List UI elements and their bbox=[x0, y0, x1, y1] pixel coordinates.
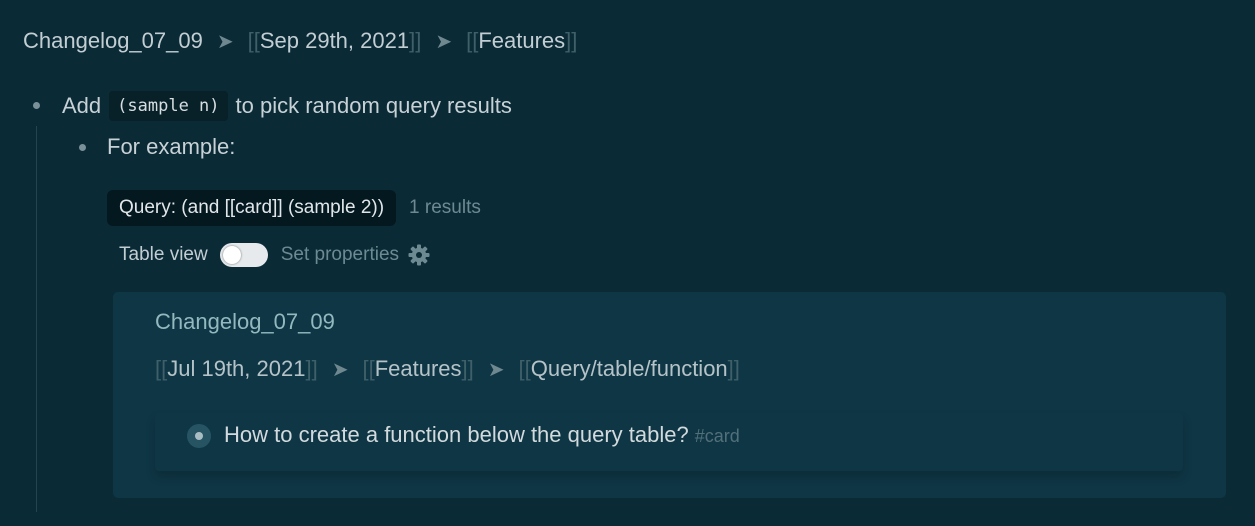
result-link-label[interactable]: Jul 19th, 2021 bbox=[167, 356, 305, 381]
bullet-dot bbox=[195, 432, 203, 440]
query-header: Query: (and [[card]] (sample 2)) 1 resul… bbox=[107, 190, 481, 226]
result-block-text[interactable]: How to create a function below the query… bbox=[224, 422, 740, 448]
breadcrumb-link-date[interactable]: [[Sep 29th, 2021]] bbox=[248, 28, 422, 54]
block-text-prefix: Add bbox=[62, 93, 102, 118]
block-text-suffix: to pick random query results bbox=[235, 93, 512, 118]
block-bullet[interactable] bbox=[79, 144, 86, 151]
query-title[interactable]: Query: (and [[card]] (sample 2)) bbox=[107, 190, 397, 226]
link-bracket-close: ]] bbox=[727, 356, 740, 381]
query-results-count: 1 results bbox=[409, 197, 481, 218]
link-bracket-close: ]] bbox=[305, 356, 318, 381]
link-bracket-close: ]] bbox=[565, 28, 578, 53]
toggle-knob bbox=[222, 246, 241, 264]
block-for-example[interactable]: For example: bbox=[107, 134, 235, 160]
result-link-features[interactable]: [[Features]] bbox=[362, 356, 473, 382]
breadcrumb-page-link[interactable]: Changelog_07_09 bbox=[23, 28, 203, 54]
breadcrumb-link-label[interactable]: Features bbox=[478, 28, 565, 53]
link-bracket-close: ]] bbox=[409, 28, 422, 53]
breadcrumb-arrow-icon: ➤ bbox=[331, 358, 349, 381]
block-thread-line bbox=[36, 126, 37, 512]
inline-code: (sample n) bbox=[109, 91, 228, 121]
link-bracket-open: [[ bbox=[362, 356, 375, 381]
breadcrumb-link-label[interactable]: Sep 29th, 2021 bbox=[260, 28, 409, 53]
block-add-sample[interactable]: Add (sample n) to pick random query resu… bbox=[62, 91, 512, 121]
breadcrumb-arrow-icon: ➤ bbox=[216, 30, 234, 53]
breadcrumb-arrow-icon: ➤ bbox=[435, 30, 453, 53]
table-view-label: Table view bbox=[119, 244, 208, 265]
result-link-label[interactable]: Features bbox=[375, 356, 462, 381]
link-bracket-open: [[ bbox=[155, 356, 168, 381]
link-bracket-open: [[ bbox=[247, 28, 260, 53]
result-page-title[interactable]: Changelog_07_09 bbox=[155, 309, 335, 335]
tag-link[interactable]: #card bbox=[695, 426, 740, 446]
result-link-label[interactable]: Query/table/function bbox=[531, 356, 728, 381]
result-link-date[interactable]: [[Jul 19th, 2021]] bbox=[155, 356, 318, 382]
result-breadcrumb: [[Jul 19th, 2021]] ➤ [[Features]] ➤ [[Qu… bbox=[155, 356, 740, 382]
link-bracket-close: ]] bbox=[461, 356, 474, 381]
result-block-content: How to create a function below the query… bbox=[224, 422, 689, 447]
query-controls: Table view Set properties bbox=[119, 243, 431, 267]
link-bracket-open: [[ bbox=[518, 356, 531, 381]
query-result-card: Changelog_07_09 [[Jul 19th, 2021]] ➤ [[F… bbox=[113, 292, 1226, 498]
set-properties-button[interactable]: Set properties bbox=[281, 244, 399, 266]
result-link-query-table-function[interactable]: [[Query/table/function]] bbox=[519, 356, 740, 382]
breadcrumb-arrow-icon: ➤ bbox=[487, 358, 505, 381]
block-bullet[interactable] bbox=[33, 102, 40, 109]
link-bracket-open: [[ bbox=[466, 28, 479, 53]
table-view-toggle[interactable] bbox=[219, 243, 268, 267]
block-bullet-icon[interactable] bbox=[187, 424, 211, 448]
breadcrumb-link-features[interactable]: [[Features]] bbox=[466, 28, 577, 54]
gear-icon[interactable] bbox=[407, 243, 431, 267]
result-block[interactable]: How to create a function below the query… bbox=[155, 413, 1183, 471]
breadcrumb: Changelog_07_09 ➤ [[Sep 29th, 2021]] ➤ [… bbox=[23, 28, 577, 54]
